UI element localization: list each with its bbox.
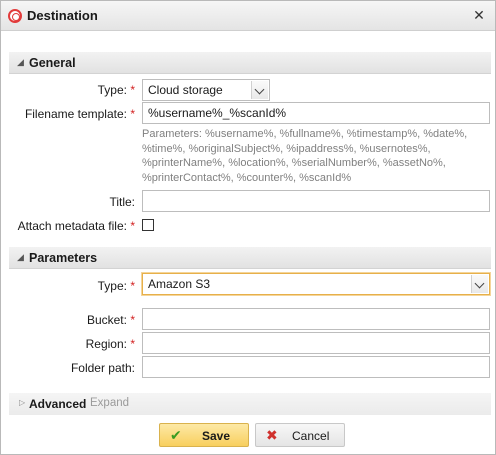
section-advanced-label: Advanced xyxy=(29,397,87,411)
section-advanced-header[interactable]: ▷ Advanced Expand xyxy=(9,393,491,415)
destination-type-select[interactable]: Cloud storage xyxy=(142,79,270,101)
section-general-label: General xyxy=(29,56,76,70)
cancel-button[interactable]: ✖ Cancel xyxy=(255,423,345,447)
section-parameters-label: Parameters xyxy=(29,251,98,265)
region-input[interactable] xyxy=(142,332,490,354)
save-button[interactable]: ✔ Save xyxy=(159,423,249,447)
cancel-x-icon: ✖ xyxy=(266,427,278,443)
chevron-down-icon[interactable] xyxy=(251,81,268,99)
dialog-title: Destination xyxy=(27,8,98,23)
dialog-titlebar: Destination ✕ xyxy=(1,1,495,31)
checkmark-icon: ✔ xyxy=(170,427,182,443)
region-label: Region: * xyxy=(85,337,135,351)
parameters-type-label: Type: * xyxy=(97,279,135,293)
attach-metadata-checkbox[interactable] xyxy=(142,219,154,231)
chevron-down-icon[interactable] xyxy=(471,275,488,293)
close-icon[interactable]: ✕ xyxy=(471,7,487,23)
folder-path-label: Folder path: xyxy=(70,361,135,375)
bucket-label: Bucket: * xyxy=(86,313,135,327)
title-input[interactable] xyxy=(142,190,490,212)
filename-template-label: Filename template: * xyxy=(24,107,135,121)
title-label: Title: xyxy=(109,195,135,209)
collapse-icon: ◢ xyxy=(17,57,24,67)
expand-icon: ▷ xyxy=(19,398,26,407)
destination-dialog: Destination ✕ ◢ General Type: * Cloud st… xyxy=(0,0,496,455)
attach-metadata-label: Attach metadata file: * xyxy=(17,219,135,233)
expand-link[interactable]: Expand xyxy=(90,397,129,409)
section-general-header[interactable]: ◢ General xyxy=(9,52,491,74)
filename-template-input[interactable] xyxy=(142,102,490,124)
folder-path-input[interactable] xyxy=(142,356,490,378)
parameters-hint: Parameters: %username%, %fullname%, %tim… xyxy=(142,128,468,184)
storage-type-select[interactable]: Amazon S3 xyxy=(142,273,490,295)
type-label: Type: * xyxy=(97,83,135,97)
collapse-icon: ◢ xyxy=(17,252,24,262)
target-icon xyxy=(8,9,22,23)
bucket-input[interactable] xyxy=(142,308,490,330)
section-parameters-header[interactable]: ◢ Parameters xyxy=(9,247,491,269)
